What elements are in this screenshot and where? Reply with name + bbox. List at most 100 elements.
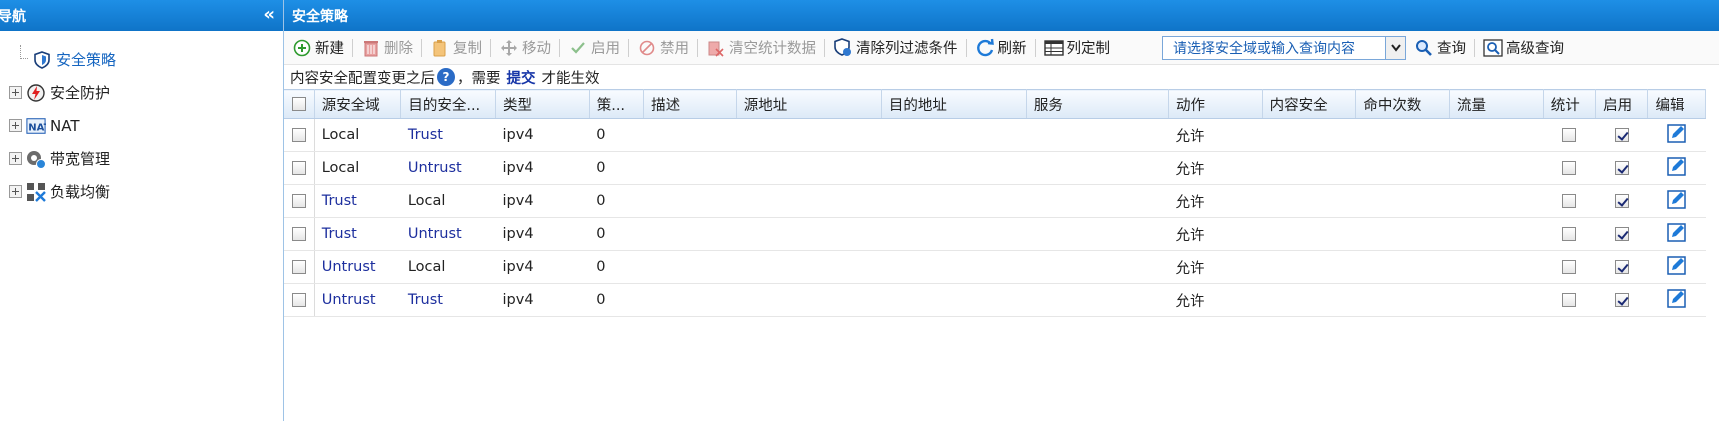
enabled-checkbox[interactable]	[1614, 293, 1629, 307]
stat-checkbox[interactable]	[1562, 260, 1577, 274]
row-select-checkbox[interactable]	[291, 161, 306, 175]
disable-button[interactable]: 禁用	[633, 35, 693, 61]
type-cell: ipv4	[495, 184, 590, 218]
policy-count-cell: 0	[589, 283, 644, 317]
col-header[interactable]: 服务	[1026, 89, 1169, 119]
col-header[interactable]: 描述	[643, 89, 737, 119]
enabled-cell	[1595, 151, 1648, 185]
edit-icon[interactable]	[1666, 189, 1687, 209]
col-header[interactable]: 动作	[1168, 89, 1263, 119]
src-address-cell	[736, 250, 882, 284]
clear-stats-button[interactable]: 清空统计数据	[702, 35, 820, 61]
stat-checkbox[interactable]	[1562, 227, 1577, 241]
search-input[interactable]: 请选择安全域或输入查询内容	[1162, 35, 1406, 60]
row-select-checkbox[interactable]	[291, 260, 306, 274]
expand-icon[interactable]	[9, 152, 22, 165]
src-address-cell	[736, 217, 882, 251]
help-icon[interactable]: ?	[437, 68, 455, 86]
tree-item-security-policy[interactable]: 安全策略	[0, 43, 283, 76]
src-zone-cell: Untrust	[314, 283, 401, 317]
stat-checkbox[interactable]	[1562, 128, 1577, 142]
row-select-checkbox[interactable]	[291, 227, 306, 241]
move-button[interactable]: 移动	[495, 35, 555, 61]
new-button[interactable]: 新建	[288, 35, 348, 61]
query-button[interactable]: 查询	[1410, 35, 1470, 61]
table-row[interactable]: Trust Local ipv4 0 允许	[284, 184, 1706, 218]
load-balance-icon	[26, 182, 46, 202]
commit-link[interactable]: 提交	[507, 67, 536, 88]
tree-item-security-protection[interactable]: 安全防护	[0, 76, 283, 109]
select-all-checkbox[interactable]	[291, 97, 306, 111]
expand-icon[interactable]	[9, 119, 22, 132]
enabled-checkbox[interactable]	[1614, 128, 1629, 142]
dst-zone-cell: Local	[400, 250, 496, 284]
copy-button[interactable]: 复制	[426, 35, 486, 61]
tree-item-bandwidth[interactable]: 带宽管理	[0, 142, 283, 175]
row-select-checkbox[interactable]	[291, 194, 306, 208]
dst-zone: Untrust	[407, 160, 462, 176]
policy-count-cell: 0	[589, 151, 644, 185]
stat-checkbox[interactable]	[1562, 194, 1577, 208]
edit-cell	[1647, 217, 1706, 251]
refresh-button[interactable]: 刷新	[971, 35, 1031, 61]
expand-icon[interactable]	[9, 185, 22, 198]
dst-zone-cell: Untrust	[400, 217, 496, 251]
collapse-sidebar-button[interactable]: «	[263, 4, 275, 26]
hit-count-cell	[1355, 151, 1450, 185]
enabled-checkbox[interactable]	[1614, 161, 1629, 175]
policy-count-cell: 0	[589, 184, 644, 218]
col-header[interactable]: 流量	[1449, 89, 1544, 119]
column-customize-button[interactable]: 列定制	[1040, 35, 1115, 61]
refresh-icon	[975, 38, 995, 58]
edit-icon[interactable]	[1666, 123, 1687, 143]
edit-cell	[1647, 250, 1706, 284]
table-row[interactable]: Untrust Local ipv4 0 允许	[284, 250, 1706, 284]
col-header[interactable]: 统计	[1543, 89, 1597, 119]
table-row[interactable]: Local Trust ipv4 0 允许	[284, 118, 1706, 152]
action-cell: 允许	[1168, 250, 1263, 284]
svg-text:NAT: NAT	[28, 122, 46, 133]
col-header[interactable]: 源地址	[736, 89, 882, 119]
row-select-cell	[284, 184, 315, 218]
stat-checkbox[interactable]	[1562, 293, 1577, 307]
description-cell	[643, 217, 737, 251]
edit-icon[interactable]	[1666, 255, 1687, 275]
enable-button[interactable]: 启用	[564, 35, 624, 61]
enabled-checkbox[interactable]	[1614, 260, 1629, 274]
col-header[interactable]: 编辑	[1647, 89, 1706, 119]
dst-zone: Local	[407, 259, 446, 275]
edit-icon[interactable]	[1666, 288, 1687, 308]
tree-item-load-balance[interactable]: 负载均衡	[0, 175, 283, 208]
main-panel: 安全策略 新建 删除 复制 移动 启用 禁用 清空统计数据 清除列过滤条件 刷新…	[284, 0, 1719, 421]
table-row[interactable]: Untrust Trust ipv4 0 允许	[284, 283, 1706, 317]
enabled-checkbox[interactable]	[1614, 194, 1629, 208]
content-security-cell	[1262, 250, 1356, 284]
col-header[interactable]: 目的安全...	[400, 89, 497, 119]
expand-icon[interactable]	[9, 86, 22, 99]
clear-filters-button[interactable]: 清除列过滤条件	[829, 35, 962, 61]
enabled-checkbox[interactable]	[1614, 227, 1629, 241]
col-header[interactable]: 类型	[495, 89, 590, 119]
row-select-checkbox[interactable]	[291, 293, 306, 307]
advanced-query-button[interactable]: 高级查询	[1479, 35, 1568, 61]
tree-item-nat[interactable]: NAT NAT	[0, 109, 283, 142]
dst-zone-cell: Untrust	[400, 151, 496, 185]
stat-cell	[1543, 283, 1596, 317]
col-header[interactable]: 内容安全	[1262, 89, 1357, 119]
col-header[interactable]: 源安全域	[314, 89, 402, 119]
delete-button[interactable]: 删除	[357, 35, 417, 61]
row-select-checkbox[interactable]	[291, 128, 306, 142]
col-header[interactable]: 启用	[1595, 89, 1649, 119]
edit-icon[interactable]	[1666, 222, 1687, 242]
col-header[interactable]: 目的地址	[881, 89, 1027, 119]
col-header[interactable]: 命中次数	[1355, 89, 1451, 119]
table-row[interactable]: Trust Untrust ipv4 0 允许	[284, 217, 1706, 251]
chevron-down-icon[interactable]	[1385, 36, 1405, 59]
col-header[interactable]: 策...	[589, 89, 645, 119]
table-row[interactable]: Local Untrust ipv4 0 允许	[284, 151, 1706, 185]
src-zone: Trust	[321, 193, 357, 209]
stat-checkbox[interactable]	[1562, 161, 1577, 175]
edit-icon[interactable]	[1666, 156, 1687, 176]
dst-address-cell	[881, 118, 1027, 152]
traffic-cell	[1449, 283, 1544, 317]
